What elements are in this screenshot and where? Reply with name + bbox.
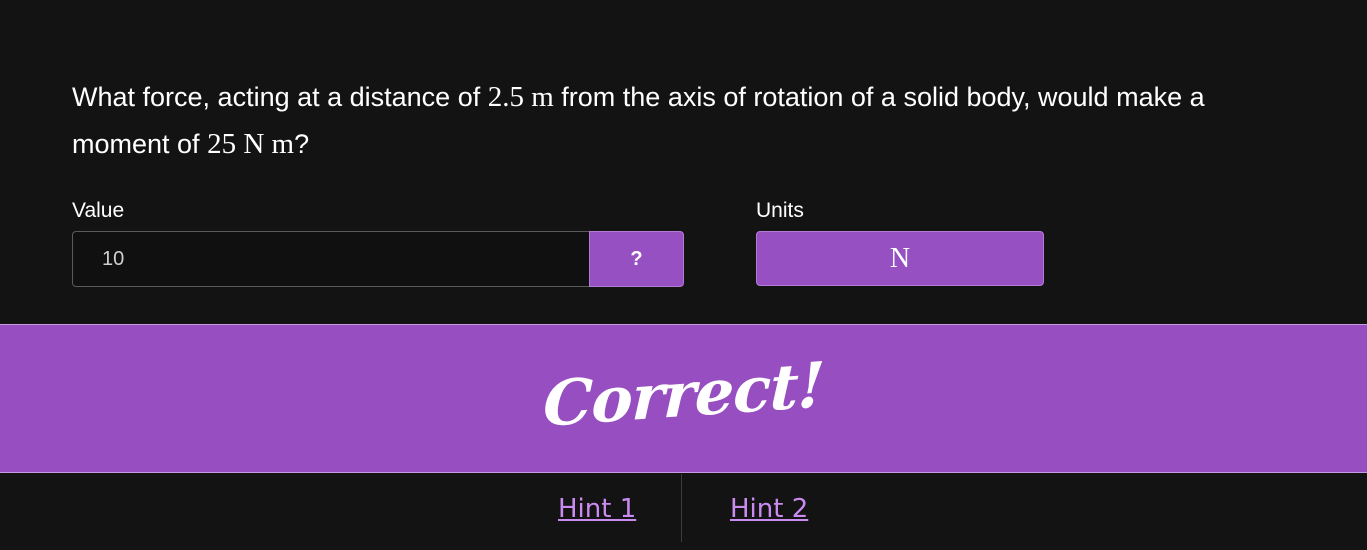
units-label: Units bbox=[756, 199, 804, 222]
hints-bar: Hint 1 Hint 2 bbox=[0, 474, 1367, 542]
question-text: What force, acting at a distance of 2.5 … bbox=[72, 74, 1272, 168]
feedback-message: Correct! bbox=[542, 348, 825, 441]
feedback-banner: Correct! bbox=[0, 324, 1367, 473]
distance-value: 2.5 m bbox=[487, 81, 554, 113]
value-label: Value bbox=[72, 199, 125, 222]
value-help-button[interactable]: ? bbox=[589, 231, 684, 287]
question-part-1: What force, acting at a distance of bbox=[72, 82, 488, 112]
hint-1-link[interactable]: Hint 1 bbox=[558, 494, 636, 524]
hint-divider bbox=[681, 474, 682, 542]
hint-2-link[interactable]: Hint 2 bbox=[730, 494, 808, 524]
value-input[interactable] bbox=[72, 231, 589, 287]
units-selector-button[interactable]: N bbox=[756, 231, 1044, 286]
moment-value: 25 N m bbox=[207, 128, 295, 160]
question-part-3: ? bbox=[294, 129, 310, 159]
